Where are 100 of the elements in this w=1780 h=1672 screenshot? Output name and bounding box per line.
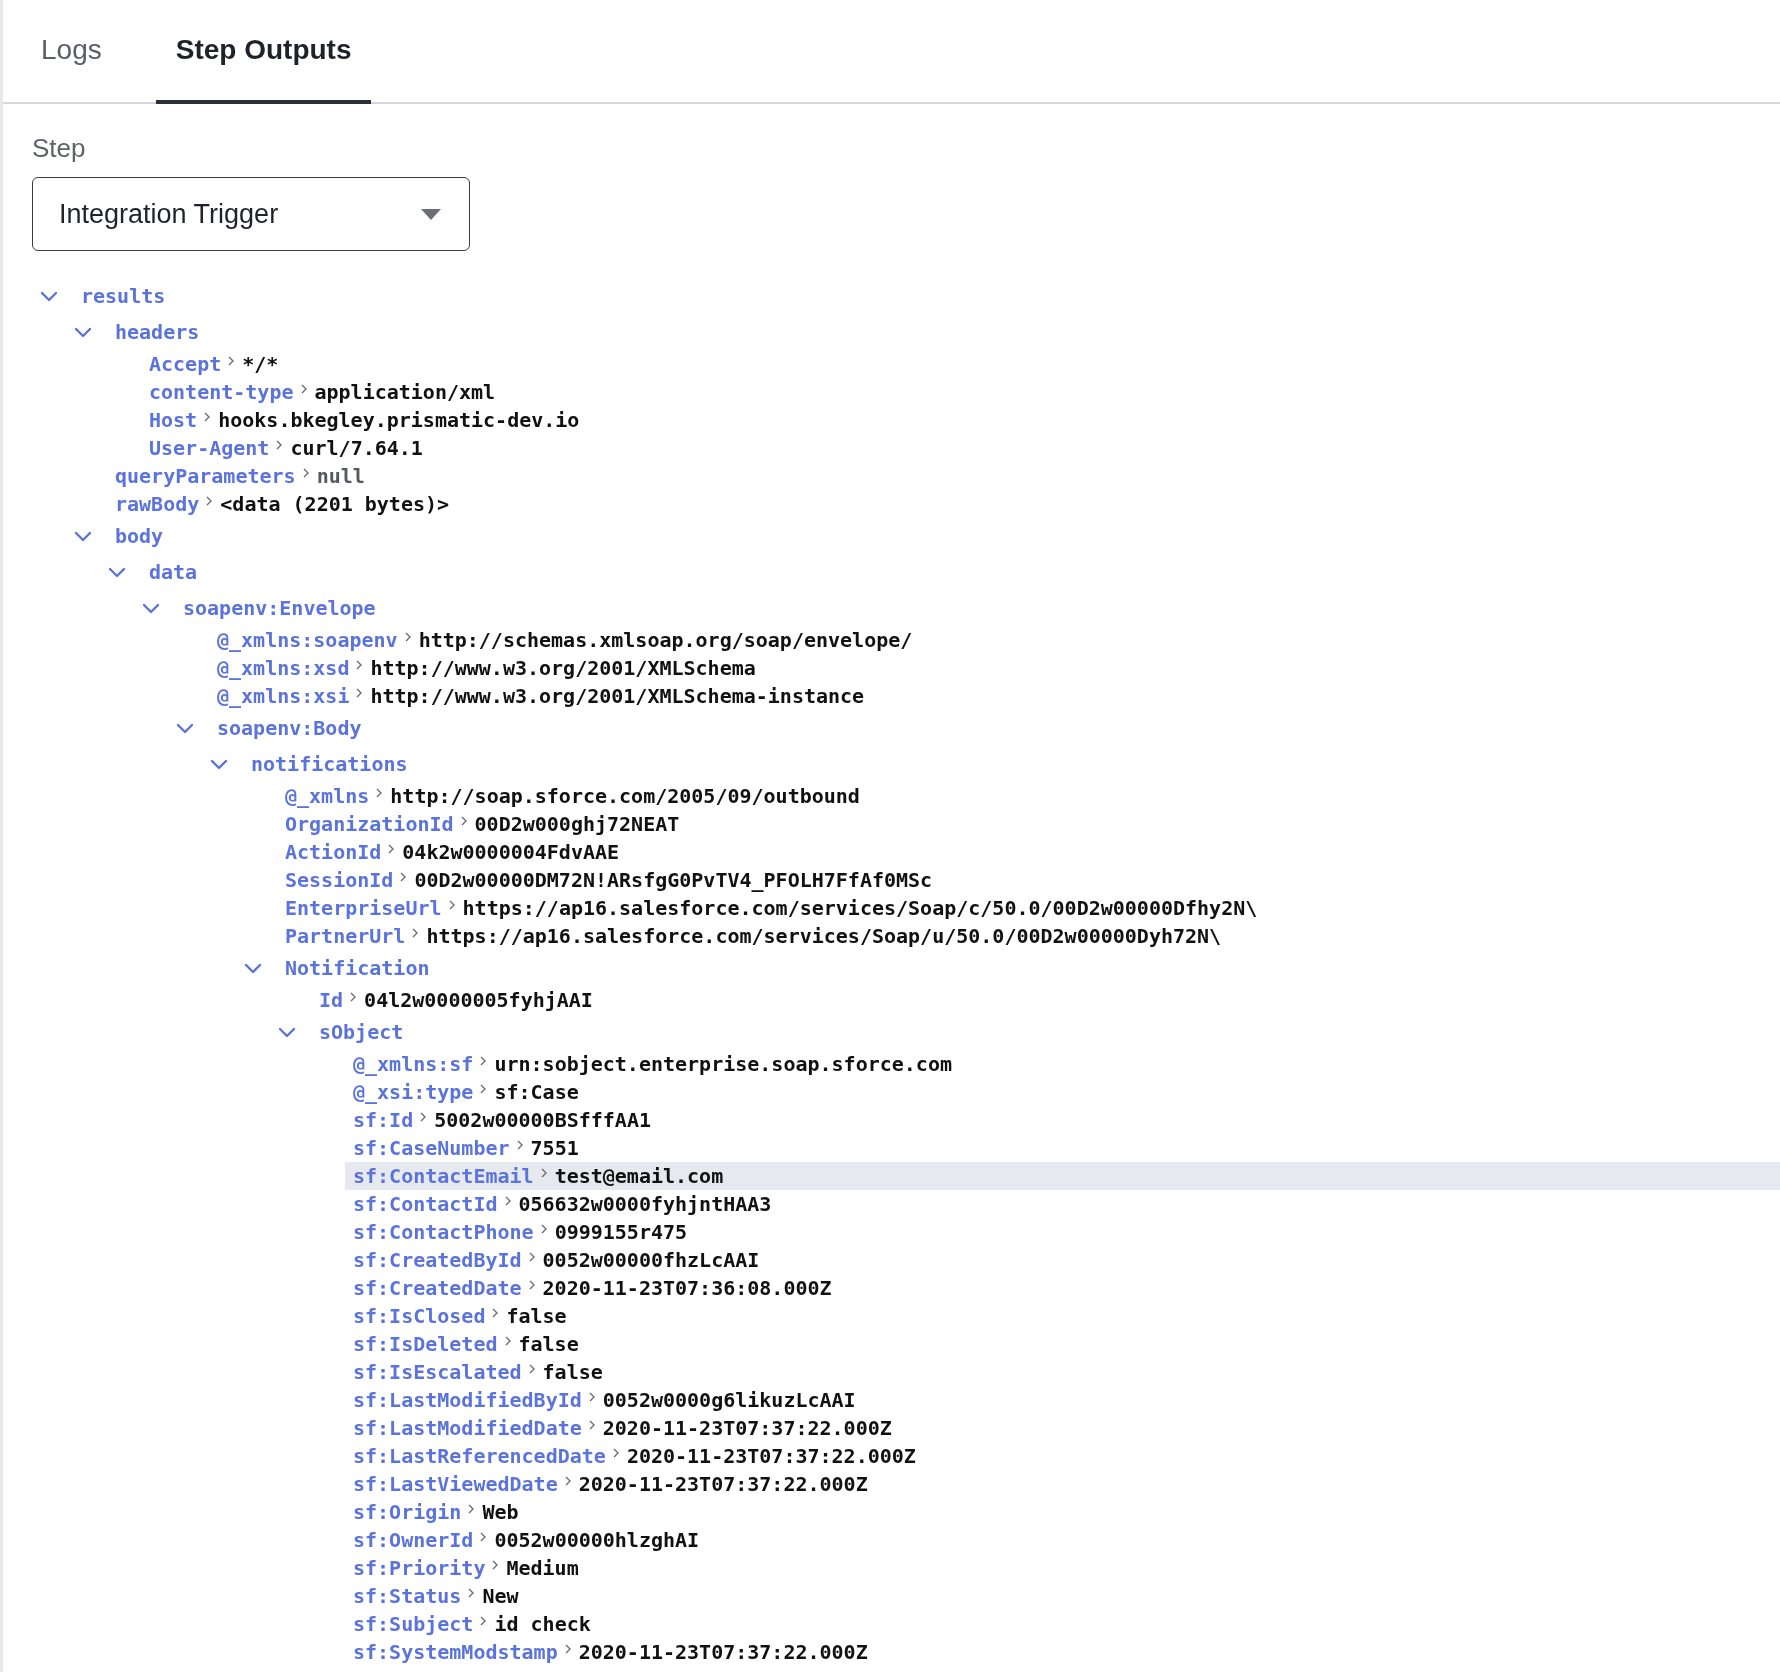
tree-value: 5002w00000BSfffAA1 <box>434 1108 651 1132</box>
chevron-right-icon <box>527 1364 536 1374</box>
tree-value: test@email.com <box>554 1164 724 1188</box>
tree-key: sf:LastViewedDate <box>353 1472 558 1496</box>
chevron-right-icon <box>419 1112 428 1122</box>
tree-row[interactable]: @_xmlns:sf urn:sobject.enterprise.soap.sforce.com <box>345 1050 1780 1078</box>
tree-row[interactable]: @_xmlns http://soap.sforce.com/2005/09/outbound <box>277 782 1780 810</box>
tree-key: ActionId <box>285 840 382 864</box>
tree-value: https://ap16.salesforce.com/services/Soap/u/50.0/00D2w00000Dyh72N\ <box>426 924 1222 948</box>
tree-row[interactable]: SessionId 00D2w00000DM72N!ARsfgG0PvTV4_PFOLH7FfAf0MSc <box>277 866 1780 894</box>
tree-key: sf:LastModifiedDate <box>353 1416 582 1440</box>
tree-key: @_xmlns:sf <box>353 1052 474 1076</box>
chevron-right-icon <box>301 468 310 478</box>
tree-row[interactable]: EnterpriseUrl https://ap16.salesforce.com/services/Soap/c/50.0/00D2w00000Dfhy2N\ <box>277 894 1780 922</box>
chevron-right-icon <box>515 1140 524 1150</box>
chevron-right-icon <box>203 412 212 422</box>
tree-row[interactable]: @_xmlns:soapenv http://schemas.xmlsoap.org/soap/envelope/ <box>209 626 1780 654</box>
chevron-right-icon <box>491 1308 500 1318</box>
tree-row[interactable]: sf:OwnerId 0052w00000hlzghAI <box>345 1526 1780 1554</box>
tree-row[interactable]: sf:Status New <box>345 1582 1780 1610</box>
chevron-right-icon <box>227 356 236 366</box>
tree-value: http://schemas.xmlsoap.org/soap/envelope/ <box>418 628 913 652</box>
tree-row[interactable]: sf:IsClosed false <box>345 1302 1780 1330</box>
tree-row[interactable]: sf:CreatedById 0052w00000fhzLcAAI <box>345 1246 1780 1274</box>
chevron-right-icon <box>375 788 384 798</box>
chevron-right-icon <box>459 816 468 826</box>
chevron-right-icon <box>503 1336 512 1346</box>
tree-row[interactable]: content-type application/xml <box>141 378 1780 406</box>
tree-row[interactable]: sf:ContactId 056632w0000fyhjntHAA3 <box>345 1190 1780 1218</box>
tree-row[interactable]: queryParameters null <box>107 462 1780 490</box>
tree-row[interactable]: sf:LastViewedDate 2020-11-23T07:37:22.000Z <box>345 1470 1780 1498</box>
tree-row[interactable]: @_xsi:type sf:Case <box>345 1078 1780 1106</box>
tree-row[interactable]: Id 04l2w0000005fyhjAAI <box>311 986 1780 1014</box>
chevron-right-icon <box>539 1224 548 1234</box>
chevron-right-icon <box>503 1196 512 1206</box>
tree-row[interactable]: sf:Origin Web <box>345 1498 1780 1526</box>
tree-row[interactable]: sf:ContactPhone 0999155r475 <box>345 1218 1780 1246</box>
tree-key: rawBody <box>115 492 200 516</box>
tree-key: body <box>115 524 164 548</box>
tree-value: urn:sobject.enterprise.soap.sforce.com <box>494 1052 952 1076</box>
chevron-right-icon <box>587 1420 596 1430</box>
tree-row[interactable]: sf:IsDeleted false <box>345 1330 1780 1358</box>
tree-key: soapenv:Envelope <box>183 596 376 620</box>
tree-row[interactable]: sf:LastReferencedDate 2020-11-23T07:37:22.000Z <box>345 1442 1780 1470</box>
chevron-right-icon <box>527 1280 536 1290</box>
tree-key: sf:Priority <box>353 1556 486 1580</box>
tree-key: sf:Id <box>353 1108 414 1132</box>
tree-row[interactable]: Accept */* <box>141 350 1780 378</box>
tree-value: hooks.bkegley.prismatic-dev.io <box>218 408 580 432</box>
tree-row[interactable]: sf:CreatedDate 2020-11-23T07:36:08.000Z <box>345 1274 1780 1302</box>
tree-value: 2020-11-23T07:37:22.000Z <box>578 1472 868 1496</box>
tree-key: @_xmlns:xsi <box>217 684 350 708</box>
chevron-right-icon <box>479 1056 488 1066</box>
tree-row[interactable]: rawBody <data (2201 bytes)> <box>107 490 1780 518</box>
tree-key: sf:ContactEmail <box>353 1164 534 1188</box>
tree-key: sObject <box>319 1020 404 1044</box>
tree-value: 7551 <box>530 1136 579 1160</box>
tree-row[interactable]: @_xmlns:xsd http://www.w3.org/2001/XMLSchema <box>209 654 1780 682</box>
tree-key: sf:ContactId <box>353 1192 498 1216</box>
chevron-right-icon <box>299 384 308 394</box>
tree-row[interactable]: sf:LastModifiedDate 2020-11-23T07:37:22.000Z <box>345 1414 1780 1442</box>
tree-value: 00D2w000ghj72NEAT <box>474 812 680 836</box>
tree-row[interactable]: sf:LastModifiedById 0052w0000g6likuzLcAAI <box>345 1386 1780 1414</box>
tree-key: queryParameters <box>115 464 296 488</box>
chevron-right-icon <box>403 632 412 642</box>
tree-key: User-Agent <box>149 436 270 460</box>
tree-row[interactable]: sf:Id 5002w00000BSfffAA1 <box>345 1106 1780 1134</box>
chevron-right-icon <box>275 440 284 450</box>
tree-key: sf:LastModifiedById <box>353 1388 582 1412</box>
tree-row[interactable]: sf:Priority Medium <box>345 1554 1780 1582</box>
tree-key: sf:ContactPhone <box>353 1220 534 1244</box>
chevron-right-icon <box>539 1168 548 1178</box>
tree-key: sf:IsEscalated <box>353 1360 522 1384</box>
chevron-right-icon <box>467 1588 476 1598</box>
tree-key: sf:Subject <box>353 1612 474 1636</box>
tree-value: 0052w00000hlzghAI <box>494 1528 700 1552</box>
tree-key: @_xsi:type <box>353 1080 474 1104</box>
tree-row[interactable]: sf:CaseNumber 7551 <box>345 1134 1780 1162</box>
tree-row[interactable]: sf:ContactEmail test@email.com <box>345 1162 1780 1190</box>
tree-key: PartnerUrl <box>285 924 406 948</box>
tree-key: Host <box>149 408 198 432</box>
tree-row[interactable]: ActionId 04k2w0000004FdvAAE <box>277 838 1780 866</box>
tree-row[interactable]: sf:SystemModstamp 2020-11-23T07:37:22.000Z <box>345 1638 1780 1666</box>
tree-row[interactable]: sf:Subject id check <box>345 1610 1780 1638</box>
tree-row[interactable]: @_xmlns:xsi http://www.w3.org/2001/XMLSchema-instance <box>209 682 1780 710</box>
tree-key: sf:IsClosed <box>353 1304 486 1328</box>
tree-key: content-type <box>149 380 294 404</box>
tree-row[interactable]: OrganizationId 00D2w000ghj72NEAT <box>277 810 1780 838</box>
tree-key: @_xmlns:xsd <box>217 656 350 680</box>
tree-row[interactable]: User-Agent curl/7.64.1 <box>141 434 1780 462</box>
tree-key: EnterpriseUrl <box>285 896 442 920</box>
tab[interactable]: Logs <box>21 0 122 104</box>
step-select[interactable]: Integration Trigger <box>32 177 470 251</box>
tab[interactable]: Step Outputs <box>155 0 372 104</box>
chevron-right-icon <box>611 1448 620 1458</box>
tree-value: 00D2w00000DM72N!ARsfgG0PvTV4_PFOLH7FfAf0MSc <box>414 868 933 892</box>
tree-row[interactable]: PartnerUrl https://ap16.salesforce.com/services/Soap/u/50.0/00D2w00000Dyh72N\ <box>277 922 1780 950</box>
tree-row[interactable]: sf:IsEscalated false <box>345 1358 1780 1386</box>
tree-value: http://www.w3.org/2001/XMLSchema-instance <box>370 684 865 708</box>
tree-row[interactable]: Host hooks.bkegley.prismatic-dev.io <box>141 406 1780 434</box>
